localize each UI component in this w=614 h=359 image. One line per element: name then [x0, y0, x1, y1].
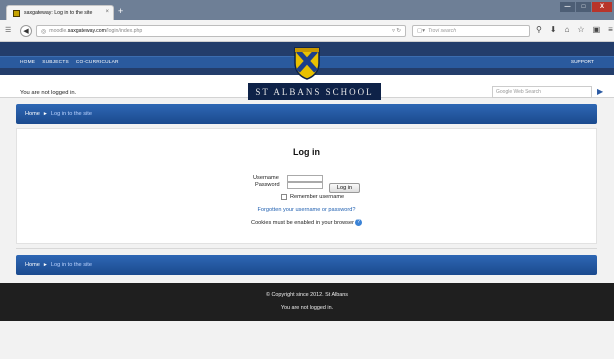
password-field[interactable] — [287, 182, 323, 189]
home-icon[interactable]: ⌂ — [565, 25, 570, 34]
window-controls: — □ X — [560, 2, 612, 12]
tab-title: saxgateway: Log in to the site — [24, 10, 93, 16]
copyright-text: © Copyright since 2012. St Albans — [266, 292, 348, 298]
maximize-button[interactable]: □ — [576, 2, 591, 12]
cookies-text: Cookies must be enabled in your browser — [251, 219, 354, 226]
cookies-notice: Cookies must be enabled in your browser? — [17, 219, 596, 226]
login-status: You are not logged in. — [20, 90, 77, 96]
address-bar[interactable]: ◎ moodle.saxgateway.com/login/index.php … — [36, 25, 406, 37]
crest-icon[interactable] — [289, 45, 325, 81]
tab-close-icon[interactable]: × — [105, 9, 109, 15]
remember-label: Remember username — [290, 194, 345, 200]
reload-icon[interactable]: ▿ ↻ — [392, 28, 401, 34]
minimize-button[interactable]: — — [560, 2, 575, 12]
search-engine-icon: ▢▾ — [417, 28, 425, 34]
site-footer: © Copyright since 2012. St Albans You ar… — [0, 283, 614, 321]
breadcrumb: Home ► Log in to the site — [16, 104, 597, 124]
search-icon[interactable]: ⚲ — [536, 25, 542, 34]
back-arrow-icon[interactable]: ◀ — [20, 25, 32, 37]
username-field[interactable] — [287, 175, 323, 182]
globe-icon: ◎ — [41, 28, 47, 35]
forgot-password-link: Forgotten your username or password? — [17, 207, 596, 213]
nav-co-curricular[interactable]: CO-CURRICULAR — [76, 60, 119, 65]
breadcrumb-separator: ► — [42, 111, 48, 117]
login-panel: Log in Username Password Log in Remember… — [16, 128, 597, 244]
browser-search-bar[interactable]: ▢▾ Trovi search — [412, 25, 530, 37]
site-nav: HOME SUBJECTS CO-CURRICULAR — [20, 60, 119, 65]
browser-navbar: ☰ ◀ ◎ moodle.saxgateway.com/login/index.… — [0, 20, 614, 42]
browser-titlebar: saxgateway: Log in to the site × + — □ X — [0, 0, 614, 20]
new-tab-button[interactable]: + — [118, 6, 123, 16]
star-icon[interactable]: ☆ — [577, 25, 584, 34]
system-menu-icon[interactable]: ☰ — [5, 26, 11, 34]
url-text: moodle.saxgateway.com/login/index.php — [49, 28, 143, 34]
browser-tab[interactable]: saxgateway: Log in to the site × — [6, 5, 114, 20]
breadcrumb-footer: Home ► Log in to the site — [16, 255, 597, 275]
download-icon[interactable]: ⬇ — [550, 25, 557, 34]
play-arrow-icon[interactable]: ▶ — [597, 87, 603, 96]
close-button[interactable]: X — [592, 2, 612, 12]
nav-subjects[interactable]: SUBJECTS — [42, 60, 69, 65]
breadcrumb-current[interactable]: Log in to the site — [51, 262, 92, 268]
page-bottom — [0, 321, 614, 359]
remember-checkbox[interactable] — [281, 194, 287, 200]
bookmark-icon[interactable]: ▣ — [593, 25, 601, 34]
browser-search-placeholder: Trovi search — [427, 28, 457, 34]
nav-home[interactable]: HOME — [20, 60, 35, 65]
favicon-icon — [13, 9, 20, 17]
google-search-placeholder: Google Web Search — [496, 89, 541, 95]
help-icon[interactable]: ? — [354, 219, 362, 226]
breadcrumb-home[interactable]: Home — [25, 262, 40, 268]
breadcrumb-current[interactable]: Log in to the site — [51, 111, 92, 117]
school-name-banner: ST ALBANS SCHOOL — [248, 83, 381, 100]
school-name: ST ALBANS SCHOOL — [255, 86, 374, 97]
google-search-input[interactable]: Google Web Search — [492, 86, 592, 98]
login-button[interactable]: Log in — [329, 183, 360, 193]
forgot-link-text[interactable]: Forgotten your username or password? — [258, 207, 356, 213]
password-label: Password — [255, 182, 280, 188]
menu-icon[interactable]: ≡ — [608, 25, 613, 34]
footer-login-status: You are not logged in. — [280, 305, 334, 311]
browser-toolbar: ⚲ ⬇ ⌂ ☆ ▣ ≡ — [536, 25, 613, 34]
breadcrumb-separator: ► — [42, 262, 48, 268]
nav-support[interactable]: SUPPORT — [571, 60, 594, 65]
username-label: Username — [253, 175, 279, 181]
divider — [16, 248, 597, 249]
page-title: Log in — [293, 147, 320, 157]
breadcrumb-home[interactable]: Home — [25, 111, 40, 117]
